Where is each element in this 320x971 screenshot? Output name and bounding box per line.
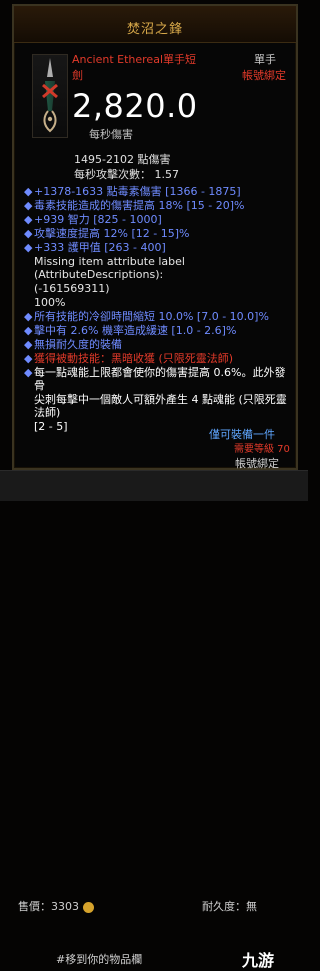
watermark-logo: 九游 — [242, 951, 275, 970]
stat-line: 100% — [34, 296, 66, 309]
stats-list: ◆ +1378-1633 點毒素傷害 [1366 - 1875] ◆ 毒素技能造成的… — [24, 184, 290, 434]
dps-label: 每秒傷害 — [89, 128, 133, 141]
stat-line: ◆ 每一點魂能上限都會使你的傷害提高 0.6%。此外發骨 — [24, 366, 286, 392]
stat-line: ◆ 所有技能的冷卻時間縮短 10.0% [7.0 - 10.0]% — [24, 310, 269, 323]
bullet-icon: ◆ — [24, 185, 33, 198]
item-tooltip: 焚沼之鋒 Ancient Ethereal單手短 劍 單手 帳號綁定 2,820… — [12, 4, 298, 470]
bullet-icon: ◆ — [24, 324, 33, 337]
tooltip-header: 焚沼之鋒 — [14, 6, 296, 43]
sell-price: 售價：3303 — [18, 898, 94, 914]
stat-line: ◆ +1378-1633 點毒素傷害 [1366 - 1875] — [24, 185, 241, 198]
stat-line: ◆ +939 智力 [825 - 1000] — [24, 213, 162, 226]
stat-line: ◆ 擊中有 2.6% 機率造成緩速 [1.0 - 2.6]% — [24, 324, 237, 337]
item-title: 焚沼之鋒 — [126, 22, 183, 37]
bullet-icon: ◆ — [24, 241, 33, 254]
item-icon — [32, 54, 68, 138]
stat-line: 尖刺每擊中一個敵人可額外產生 4 點魂能 (只限死靈法師) — [34, 393, 287, 419]
durability: 耐久度：無 — [202, 900, 257, 913]
stat-line: ◆ 毒素技能造成的傷害提高 18% [15 - 20]% — [24, 199, 245, 212]
gold-coin-icon — [83, 901, 94, 913]
bullet-icon: ◆ — [24, 310, 33, 323]
bullet-icon: ◆ — [24, 352, 33, 365]
item-slot: 單手 — [254, 53, 276, 66]
bullet-icon: ◆ — [24, 227, 33, 240]
bullet-icon: ◆ — [24, 199, 33, 212]
stat-line: Missing item attribute label (AttributeD… — [34, 255, 185, 281]
attack-speed: 每秒攻擊次數： 1.57 — [74, 168, 179, 181]
damage-range: 1495-2102 點傷害 — [74, 153, 171, 166]
bullet-icon: ◆ — [24, 338, 33, 351]
stat-line: (-161569311) — [34, 282, 110, 295]
dagger-icon — [42, 58, 58, 133]
bullet-icon: ◆ — [24, 366, 33, 379]
stat-line: ◆ 獲得被動技能：黑暗收獲 (只限死靈法師) — [24, 352, 234, 365]
stat-line: ◆ 攻擊速度提高 12% [12 - 15]% — [24, 227, 190, 240]
dps-value: 2,820.0 — [72, 87, 198, 125]
stat-line: ◆ +333 護甲值 [263 - 400] — [24, 241, 166, 254]
bottom-bar: #移到你的物品欄 九游 — [0, 470, 308, 970]
stat-line: ◆ 無損耐久度的裝備 — [24, 338, 122, 351]
tooltip-footer: 售價：3303 耐久度：無 — [0, 446, 308, 913]
move-to-inventory-hint[interactable]: #移到你的物品欄 — [56, 951, 142, 967]
item-type-line: Ancient Ethereal單手短 劍 — [72, 53, 196, 82]
account-bound: 帳號綁定 — [242, 69, 286, 82]
bullet-icon: ◆ — [24, 213, 33, 226]
